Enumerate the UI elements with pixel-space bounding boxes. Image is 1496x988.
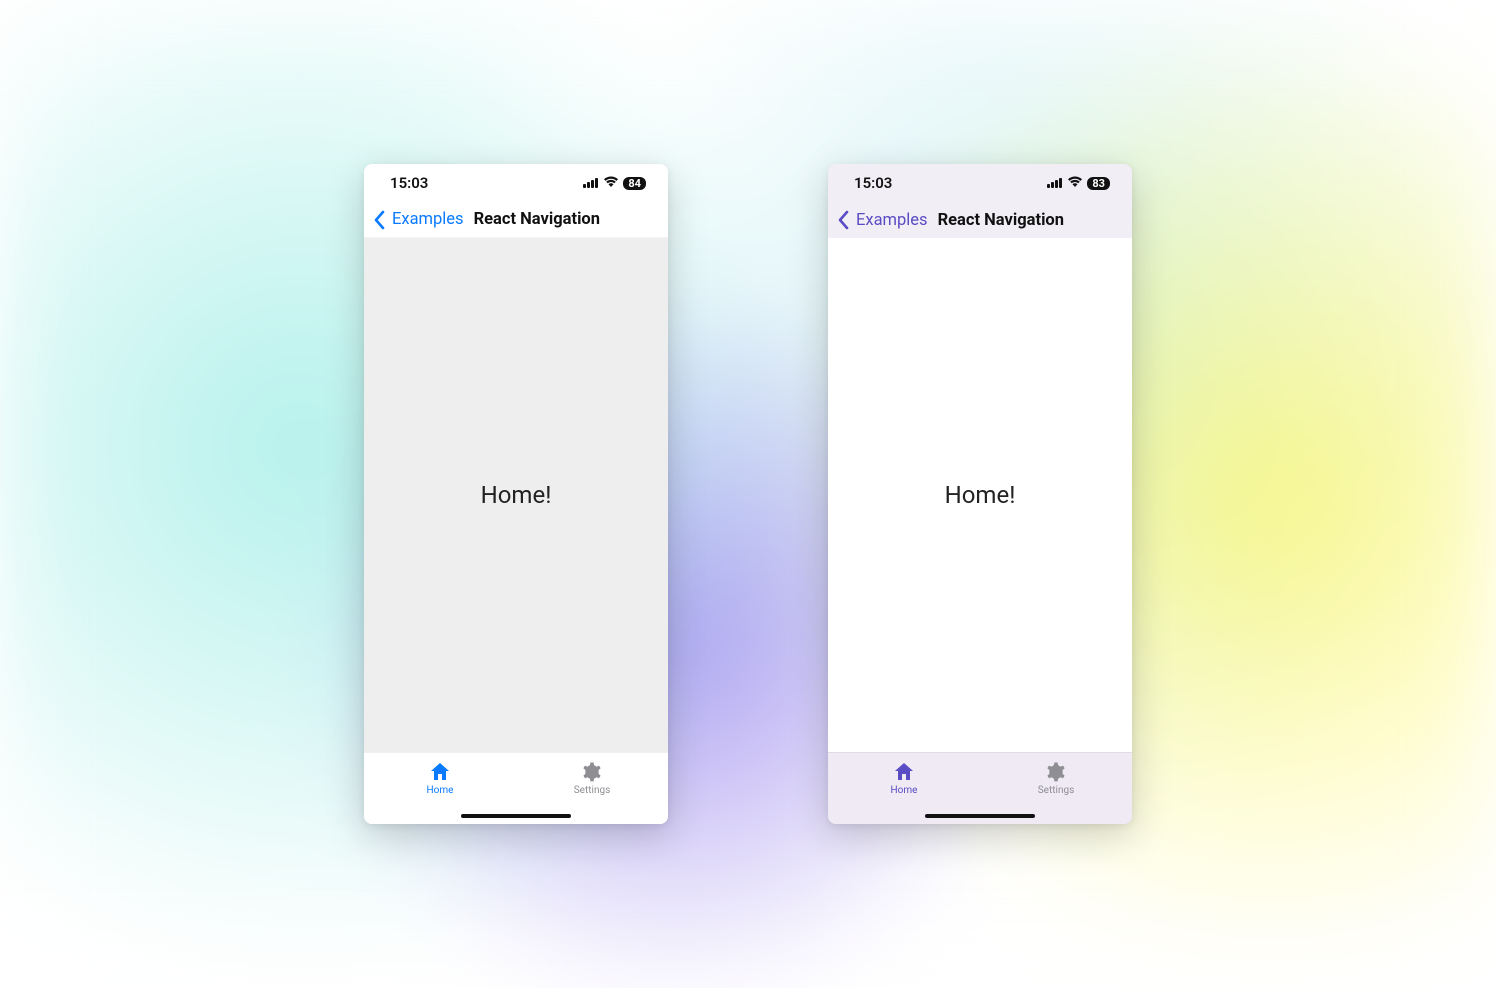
cellular-icon: [583, 174, 599, 192]
back-button-label[interactable]: Examples: [856, 211, 928, 230]
phone-mockup-default: 15:03 84 Examples React Navigation Home!: [364, 164, 668, 824]
tab-settings-label: Settings: [574, 785, 611, 796]
battery-indicator: 83: [1087, 177, 1110, 190]
nav-title: React Navigation: [938, 211, 1064, 230]
comparison-stage: 15:03 84 Examples React Navigation Home!: [0, 0, 1496, 988]
phone-mockup-themed: 15:03 83 Examples React Navigation Home!: [828, 164, 1132, 824]
tab-settings-label: Settings: [1038, 785, 1075, 796]
content-text: Home!: [945, 481, 1016, 509]
home-icon: [892, 761, 916, 783]
navigation-bar: Examples React Navigation: [828, 202, 1132, 238]
cellular-icon: [1047, 174, 1063, 192]
back-chevron-icon[interactable]: [372, 209, 386, 231]
status-time: 15:03: [854, 174, 892, 192]
status-indicators: 83: [1047, 174, 1110, 192]
back-button-label[interactable]: Examples: [392, 210, 464, 229]
status-bar: 15:03 83: [828, 164, 1132, 202]
home-indicator[interactable]: [461, 814, 571, 818]
screen-content: Home!: [828, 238, 1132, 752]
wifi-icon: [1067, 174, 1083, 192]
home-indicator[interactable]: [925, 814, 1035, 818]
content-text: Home!: [481, 481, 552, 509]
status-bar: 15:03 84: [364, 164, 668, 202]
status-indicators: 84: [583, 174, 646, 192]
gear-icon: [1044, 761, 1068, 783]
navigation-bar: Examples React Navigation: [364, 202, 668, 238]
tab-home-label: Home: [427, 785, 454, 796]
tab-home-label: Home: [891, 785, 918, 796]
gear-icon: [580, 761, 604, 783]
home-icon: [428, 761, 452, 783]
battery-indicator: 84: [623, 177, 646, 190]
nav-title: React Navigation: [474, 210, 600, 229]
status-time: 15:03: [390, 174, 428, 192]
screen-content: Home!: [364, 238, 668, 752]
back-chevron-icon[interactable]: [836, 209, 850, 231]
wifi-icon: [603, 174, 619, 192]
